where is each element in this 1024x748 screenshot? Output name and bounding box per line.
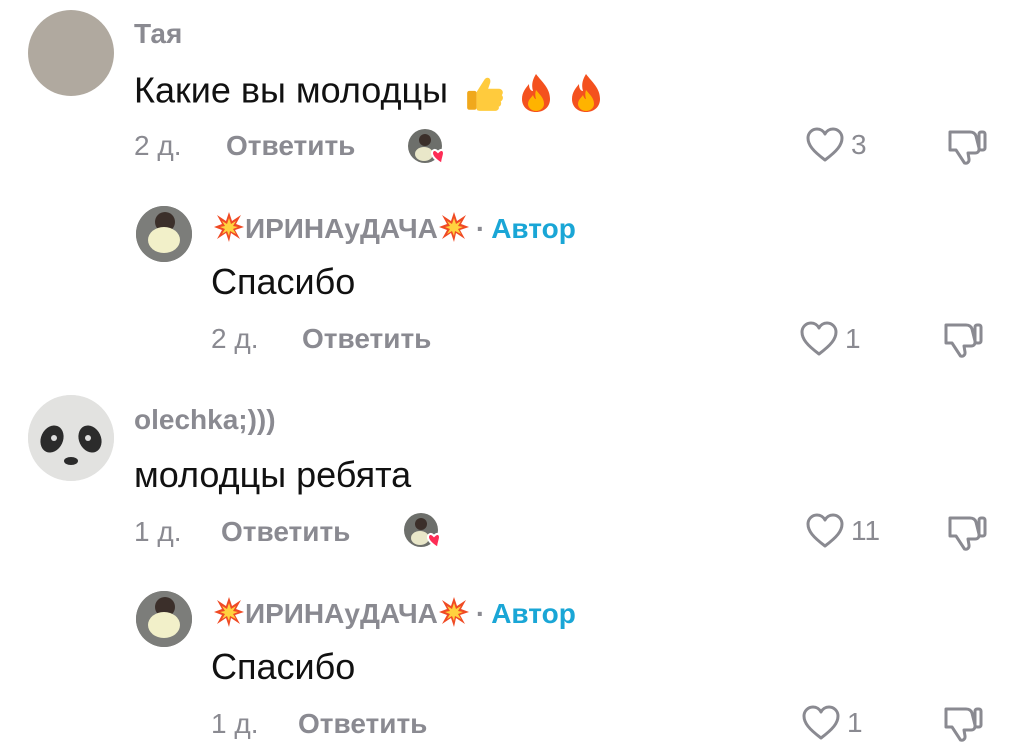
liked-by-creator-badge xyxy=(407,128,446,166)
collision-icon xyxy=(214,597,244,627)
liked-by-creator-badge xyxy=(403,512,442,550)
comment-time: 1 д. xyxy=(134,516,182,547)
heart-outline-icon xyxy=(802,705,840,740)
comment-time: 1 д. xyxy=(211,708,259,739)
comment-username[interactable]: ИРИНАуДАЧА · Автор xyxy=(213,596,576,628)
thumbs-up-icon xyxy=(467,77,503,111)
fire-icon xyxy=(522,74,551,112)
avatar[interactable] xyxy=(28,395,114,481)
creator-avatar-icon xyxy=(404,513,442,550)
reply-comment: ИРИНАуДАЧА · Автор Спасибо 2 д. Ответить … xyxy=(0,190,1024,380)
reply-comment: ИРИНАуДАЧА · Автор Спасибо 1 д. Ответить … xyxy=(0,575,1024,743)
collision-icon xyxy=(438,597,469,627)
collision-icon xyxy=(438,212,469,242)
thumbs-down-outline-icon xyxy=(944,707,983,742)
author-badge: Автор xyxy=(491,598,576,629)
panda-avatar-image xyxy=(28,395,114,481)
dislike-button[interactable] xyxy=(942,319,984,364)
avatar[interactable] xyxy=(136,591,192,647)
like-button[interactable]: 3 xyxy=(805,126,867,164)
dislike-button[interactable] xyxy=(942,703,984,748)
comment: olechka;))) молодцы ребята 1 д. Ответить… xyxy=(0,385,1024,575)
separator-dot: · xyxy=(475,213,486,244)
like-count: 11 xyxy=(851,515,881,546)
comment-username[interactable]: ИРИНАуДАЧА · Автор xyxy=(213,211,576,243)
comment-username[interactable]: olechka;))) xyxy=(134,406,276,434)
like-count: 1 xyxy=(847,707,863,738)
dislike-button[interactable] xyxy=(946,512,988,557)
reply-button[interactable]: Ответить xyxy=(298,710,427,738)
like-count: 1 xyxy=(845,323,861,354)
reply-button[interactable]: Ответить xyxy=(226,132,355,160)
like-button[interactable]: 11 xyxy=(805,512,880,550)
comment-time: 2 д. xyxy=(134,130,182,161)
comment-text-content: Какие вы молодцы xyxy=(134,69,448,111)
fire-icon xyxy=(572,74,601,112)
creator-avatar-icon xyxy=(408,129,446,166)
username-label: ИРИНАуДАЧА xyxy=(245,213,438,244)
heart-outline-icon xyxy=(806,127,844,162)
dislike-button[interactable] xyxy=(946,126,988,171)
heart-outline-icon xyxy=(806,513,844,548)
thumbs-down-outline-icon xyxy=(944,323,983,358)
creator-avatar-image xyxy=(136,591,192,647)
username-label: ИРИНАуДАЧА xyxy=(245,598,438,629)
comment-text: молодцы ребята xyxy=(134,454,412,495)
comment-text: Какие вы молодцы xyxy=(134,72,606,114)
like-button[interactable]: 1 xyxy=(799,320,861,358)
comment-text: Спасибо xyxy=(211,646,356,687)
thumbs-down-outline-icon xyxy=(948,516,987,551)
creator-avatar-image xyxy=(136,206,192,262)
comment-text: Спасибо xyxy=(211,261,356,302)
reply-button[interactable]: Ответить xyxy=(221,518,350,546)
comment-username[interactable]: Тая xyxy=(134,20,182,48)
like-button[interactable]: 1 xyxy=(801,704,863,742)
heart-outline-icon xyxy=(800,321,838,356)
thumbs-down-outline-icon xyxy=(948,130,987,165)
comment-time: 2 д. xyxy=(211,323,259,354)
like-count: 3 xyxy=(851,129,867,160)
reply-button[interactable]: Ответить xyxy=(302,325,431,353)
avatar[interactable] xyxy=(136,206,192,262)
collision-icon xyxy=(214,212,244,242)
avatar[interactable] xyxy=(28,10,114,96)
author-badge: Автор xyxy=(491,213,576,244)
separator-dot: · xyxy=(475,598,486,629)
comment: Тая Какие вы молодцы 2 д. Ответить 3 xyxy=(0,0,1024,190)
